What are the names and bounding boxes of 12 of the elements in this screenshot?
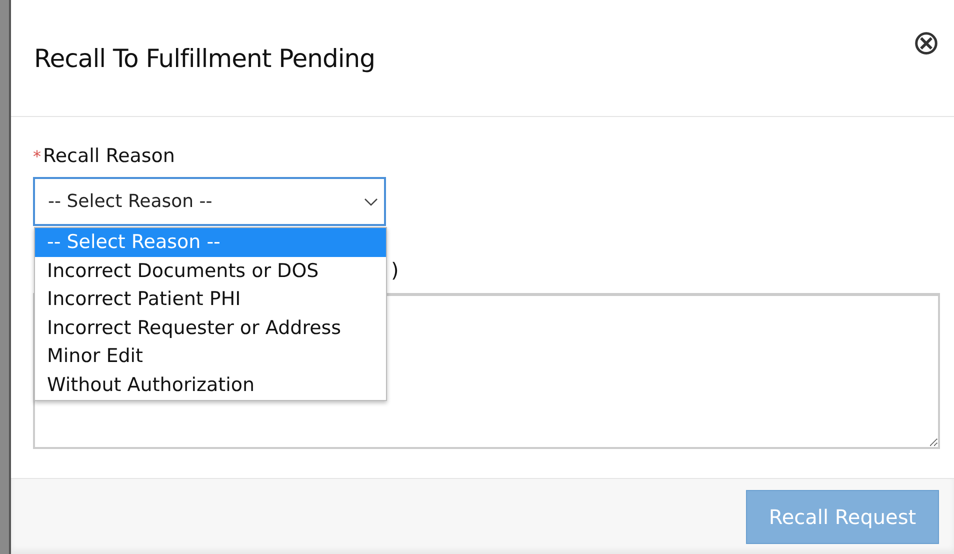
dropdown-option[interactable]: Without Authorization [35,370,386,400]
dialog-title: Recall To Fulfillment Pending [34,44,376,73]
dropdown-option[interactable]: Incorrect Patient PHI [35,285,386,314]
dropdown-option[interactable]: Incorrect Documents or DOS [35,256,386,286]
dropdown-option[interactable]: Incorrect Requester or Address [35,314,386,342]
reason-dropdown[interactable]: -- Select Reason -- [33,177,386,226]
dropdown-option[interactable]: Minor Edit [35,342,386,371]
field-label: ) [391,258,399,282]
field-label: Recall Reason [43,145,175,167]
required-mark: * [33,147,41,166]
chevron-down-icon [364,198,378,206]
close-button[interactable]: ⊗ [912,26,940,60]
